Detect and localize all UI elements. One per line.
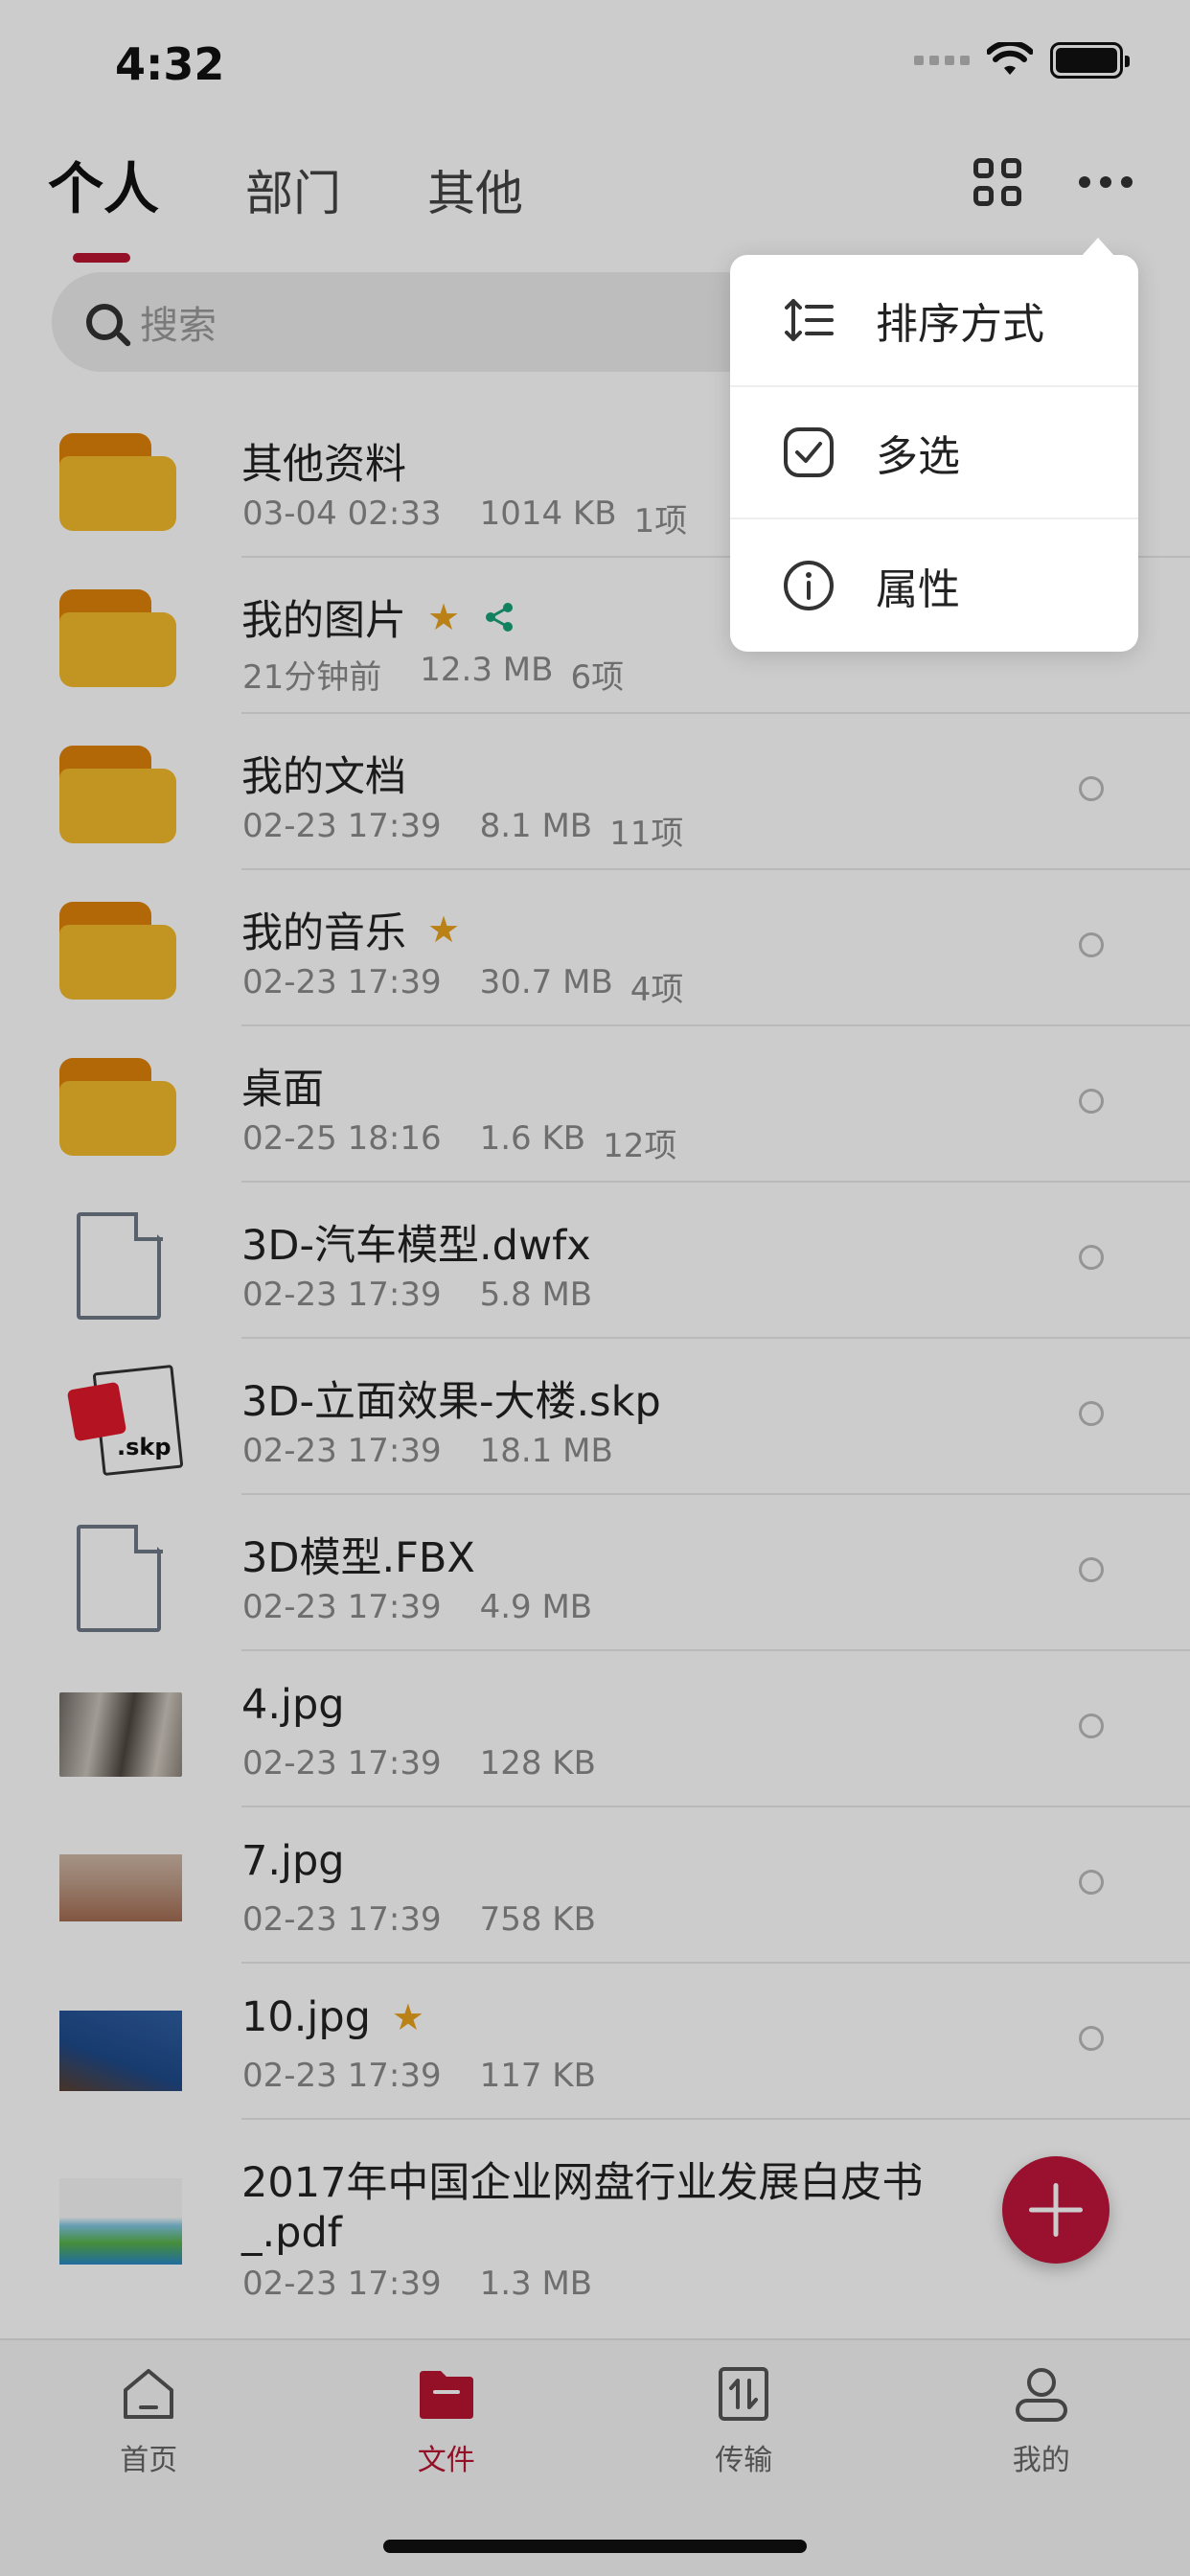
menu-item-properties[interactable]: 属性 [730, 519, 1138, 652]
sort-icon [785, 299, 834, 341]
more-menu-popup: 排序方式 多选 属性 [730, 238, 1138, 652]
menu-label: 排序方式 [876, 300, 1044, 349]
checkbox-icon [784, 427, 834, 477]
menu-label: 多选 [876, 432, 960, 481]
menu-label: 属性 [876, 565, 960, 614]
info-icon [784, 561, 834, 610]
menu-item-multi-select[interactable]: 多选 [730, 387, 1138, 519]
menu-item-sort[interactable]: 排序方式 [730, 255, 1138, 387]
